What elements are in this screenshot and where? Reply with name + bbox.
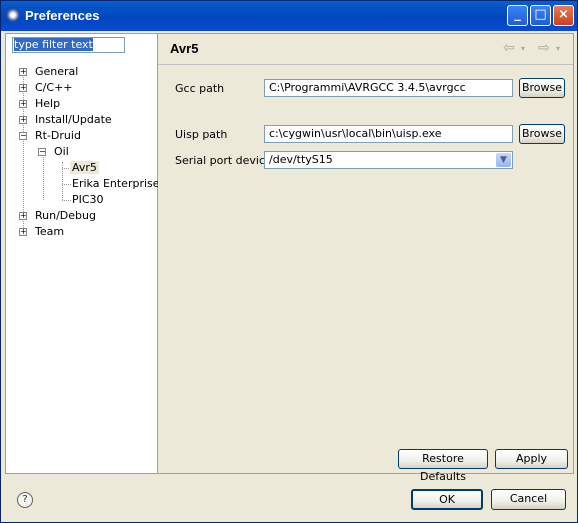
expand-icon[interactable]: + bbox=[19, 228, 27, 236]
tree-item-label: Rt-Druid bbox=[35, 129, 81, 142]
cancel-button[interactable]: Cancel bbox=[491, 489, 566, 510]
close-icon: × bbox=[558, 7, 569, 22]
gcc-path-label: Gcc path bbox=[175, 82, 225, 95]
tree-item-pic30[interactable]: PIC30 bbox=[72, 193, 104, 207]
tree-item-label: Oil bbox=[54, 145, 69, 158]
maximize-icon: □ bbox=[534, 7, 547, 22]
minimize-button[interactable]: _ bbox=[507, 5, 528, 26]
forward-dropdown-icon[interactable]: ▾ bbox=[556, 44, 560, 53]
uisp-path-label: Uisp path bbox=[175, 128, 228, 141]
ok-button[interactable]: OK bbox=[411, 489, 483, 510]
window-title: Preferences bbox=[25, 8, 100, 23]
serial-port-label: Serial port device bbox=[175, 154, 272, 167]
gcc-browse-button[interactable]: Browse bbox=[519, 78, 565, 98]
tree-guide-line bbox=[62, 200, 71, 201]
tree-item-label: General bbox=[35, 65, 79, 78]
tree-item-label: C/C++ bbox=[35, 81, 73, 94]
chevron-down-icon[interactable]: ▼ bbox=[496, 153, 511, 167]
page-header: Avr5 ⇦ ▾ ⇨ ▾ bbox=[158, 34, 573, 65]
preference-page: Avr5 ⇦ ▾ ⇨ ▾ Gcc path C:\Programmi\AVRGC… bbox=[158, 33, 574, 483]
tree-item-label: Avr5 bbox=[70, 161, 99, 174]
tree-item-label: Team bbox=[35, 225, 65, 238]
tree-item-label: Run/Debug bbox=[35, 209, 96, 222]
serial-port-value: /dev/ttyS15 bbox=[269, 153, 333, 166]
filter-input-text: type filter text bbox=[14, 38, 93, 51]
tree-item-label: PIC30 bbox=[72, 193, 104, 206]
back-dropdown-icon[interactable]: ▾ bbox=[521, 44, 525, 53]
minimize-icon: _ bbox=[514, 7, 521, 22]
tree-guide-line bbox=[62, 184, 71, 185]
expand-icon[interactable]: + bbox=[19, 116, 27, 124]
gcc-path-input[interactable]: C:\Programmi\AVRGCC 3.4.5\avrgcc bbox=[264, 79, 513, 97]
uisp-browse-button[interactable]: Browse bbox=[519, 124, 565, 144]
close-button[interactable]: × bbox=[553, 5, 574, 26]
forward-arrow-icon[interactable]: ⇨ bbox=[538, 40, 550, 56]
collapse-icon[interactable]: − bbox=[19, 132, 27, 140]
tree-guide-line bbox=[62, 162, 63, 200]
expand-icon[interactable]: + bbox=[19, 68, 27, 76]
eclipse-icon bbox=[6, 8, 20, 22]
title-bar[interactable]: Preferences _ □ × bbox=[1, 1, 577, 31]
preference-tree-pane: type filter text + General + C/C++ + Hel… bbox=[5, 33, 160, 474]
tree-item-label: Install/Update bbox=[35, 113, 112, 126]
apply-button[interactable]: Apply bbox=[495, 449, 568, 469]
tree-item-label: Erika Enterprise bbox=[72, 177, 160, 190]
filter-input[interactable]: type filter text bbox=[12, 37, 125, 53]
tree-item-avr5[interactable]: Avr5 bbox=[70, 161, 99, 175]
serial-port-select[interactable]: /dev/ttyS15 ▼ bbox=[264, 151, 513, 169]
tree-item-erika-enterprise[interactable]: Erika Enterprise bbox=[72, 177, 160, 191]
help-icon[interactable]: ? bbox=[17, 492, 33, 508]
uisp-path-input[interactable]: c:\cygwin\usr\local\bin\uisp.exe bbox=[264, 125, 513, 143]
expand-icon[interactable]: + bbox=[19, 100, 27, 108]
page-title: Avr5 bbox=[170, 41, 199, 56]
expand-icon[interactable]: + bbox=[19, 212, 27, 220]
tree-guide-line bbox=[43, 154, 44, 200]
back-arrow-icon[interactable]: ⇦ bbox=[503, 40, 515, 56]
collapse-icon[interactable]: − bbox=[38, 148, 46, 156]
tree-item-label: Help bbox=[35, 97, 61, 110]
tree-guide-line bbox=[23, 70, 24, 230]
maximize-button[interactable]: □ bbox=[530, 5, 551, 26]
expand-icon[interactable]: + bbox=[19, 84, 27, 92]
preferences-window: Preferences _ □ × type filter text + Gen… bbox=[0, 0, 578, 523]
restore-defaults-button[interactable]: Restore Defaults bbox=[398, 449, 488, 483]
